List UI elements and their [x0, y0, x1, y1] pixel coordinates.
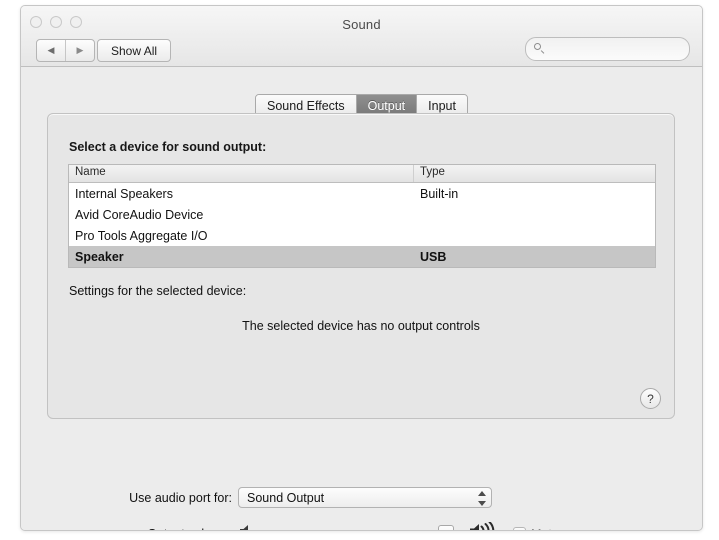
device-name: Pro Tools Aggregate I/O [75, 228, 208, 243]
forward-icon[interactable]: ▶ [66, 40, 94, 61]
settings-for-device-label: Settings for the selected device: [69, 284, 247, 298]
speaker-quiet-icon [238, 523, 255, 530]
device-type: USB [420, 249, 447, 264]
no-output-controls-message: The selected device has no output contro… [242, 319, 480, 333]
audio-port-label: Use audio port for: [129, 490, 232, 505]
chevron-updown-icon [477, 491, 486, 506]
navigation-segmented-control: ◀ ▶ [36, 39, 95, 62]
output-settings-panel: Select a device for sound output: Name T… [47, 113, 675, 419]
device-type: Built-in [420, 186, 459, 201]
table-row[interactable]: Pro Tools Aggregate I/O [69, 225, 655, 246]
slider-track[interactable] [264, 531, 460, 532]
speaker-loud-icon [469, 521, 499, 530]
search-field[interactable] [525, 37, 702, 61]
window-title: Sound [342, 17, 381, 32]
mute-checkbox-group[interactable]: Mute [513, 527, 559, 531]
audio-port-row: Use audio port for: Sound Output [21, 487, 702, 508]
column-header-name[interactable]: Name [69, 165, 414, 182]
sound-preferences-window: Sound ◀ ▶ Show All Sound Effects Output … [20, 5, 703, 531]
device-name: Internal Speakers [75, 186, 173, 201]
window-titlebar: Sound ◀ ▶ Show All [21, 6, 702, 67]
table-header-row: Name Type [69, 165, 655, 183]
device-name: Avid CoreAudio Device [75, 207, 204, 222]
output-volume-slider[interactable] [264, 523, 460, 532]
mute-checkbox[interactable] [513, 527, 526, 530]
output-volume-label: Output volume: [21, 527, 238, 531]
output-device-table[interactable]: Name Type Internal Speakers Built-in Avi… [68, 164, 656, 268]
table-row-selected[interactable]: Speaker USB [69, 246, 655, 267]
search-input[interactable] [534, 42, 702, 56]
select-device-label: Select a device for sound output: [69, 140, 267, 154]
table-row[interactable]: Internal Speakers Built-in [69, 183, 655, 204]
column-header-type[interactable]: Type [414, 165, 655, 182]
show-all-button[interactable]: Show All [97, 39, 172, 62]
slider-thumb[interactable] [438, 524, 455, 530]
audio-port-select[interactable]: Sound Output [238, 487, 492, 508]
help-button[interactable]: ? [640, 388, 661, 409]
window-content: Sound Effects Output Input Select a devi… [21, 67, 702, 530]
audio-port-value: Sound Output [247, 490, 325, 505]
mute-label: Mute [531, 527, 559, 531]
table-row[interactable]: Avid CoreAudio Device [69, 204, 655, 225]
back-icon[interactable]: ◀ [37, 40, 66, 61]
device-name: Speaker [75, 249, 124, 264]
output-volume-row: Output volume: [21, 521, 702, 532]
